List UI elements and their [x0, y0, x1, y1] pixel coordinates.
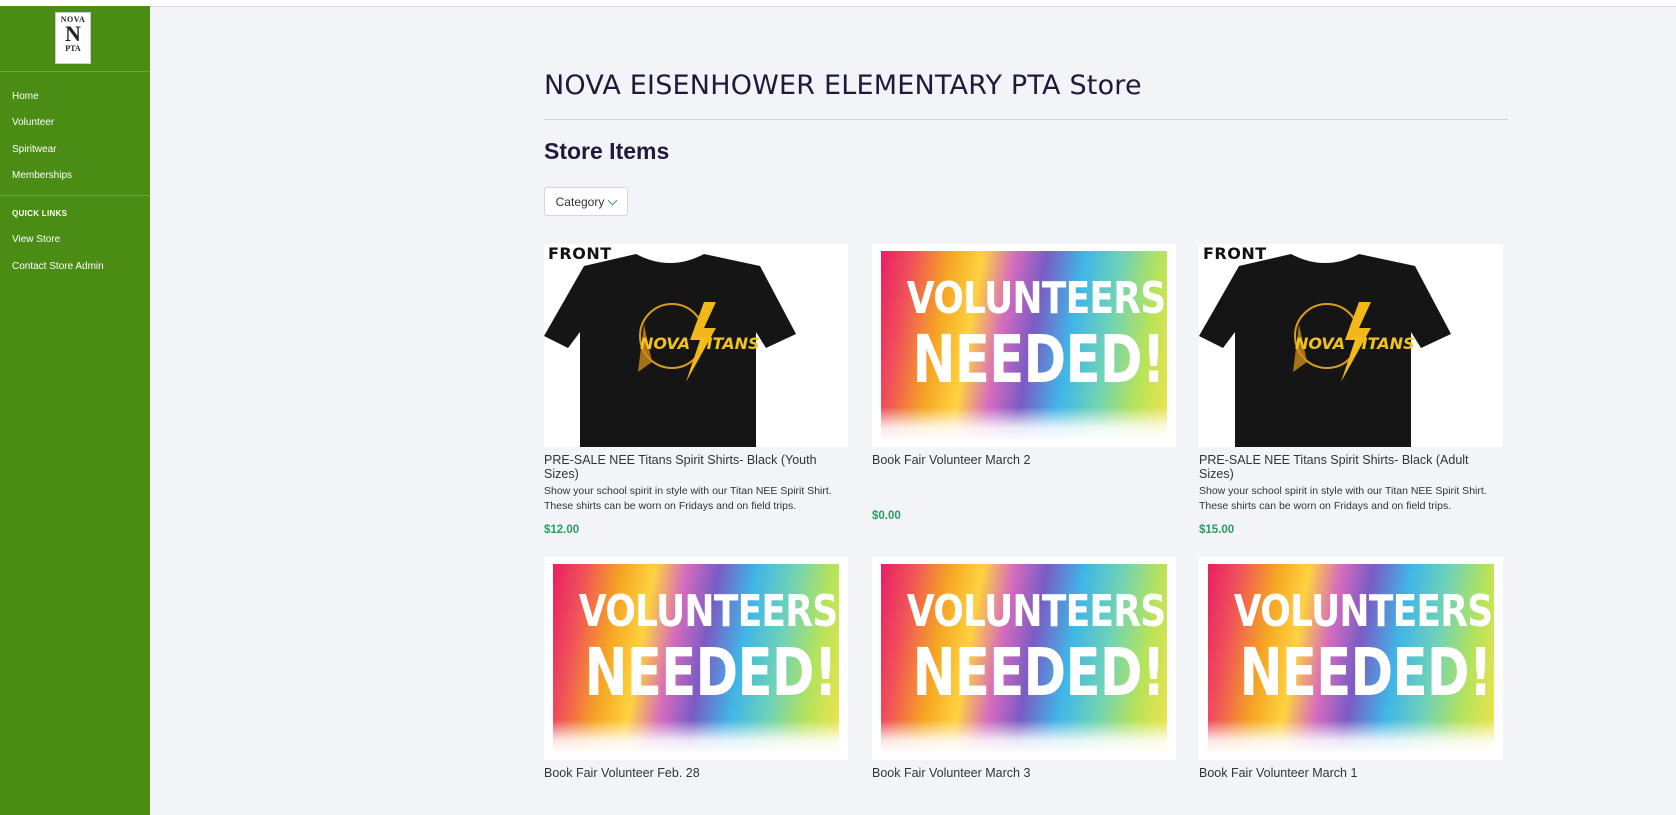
product-price: $12.00	[544, 524, 580, 536]
sidebar-item-contact-store-admin[interactable]: Contact Store Admin	[12, 261, 104, 272]
product-price: $15.00	[1199, 524, 1235, 536]
shirt-graphic-text: NOVA TITANS	[1295, 334, 1415, 353]
volunteers-banner: VOLUNTEERS NEEDED!	[1208, 564, 1494, 754]
volunteers-banner: VOLUNTEERS NEEDED!	[881, 564, 1167, 754]
sidebar-item-memberships[interactable]: Memberships	[12, 170, 72, 181]
banner-line-1: VOLUNTEERS	[906, 586, 1166, 637]
product-image[interactable]: VOLUNTEERS NEEDED!	[544, 557, 848, 760]
product-price: $0.00	[872, 510, 901, 522]
image-front-label: FRONT	[1203, 244, 1267, 263]
shirt-graphic-text: NOVA TITANS	[640, 334, 760, 353]
logo-bottom-text: PTA	[65, 44, 81, 53]
title-divider	[544, 119, 1508, 120]
product-image[interactable]: FRONT NOVA TITANS	[1199, 244, 1503, 447]
product-name[interactable]: PRE-SALE NEE Titans Spirit Shirts- Black…	[544, 453, 844, 481]
banner-line-1: VOLUNTEERS	[906, 273, 1166, 324]
sidebar-divider	[0, 71, 150, 72]
chevron-down-icon	[607, 195, 618, 205]
banner-line-1: VOLUNTEERS	[1233, 586, 1493, 637]
product-description: Show your school spirit in style with ou…	[1199, 485, 1487, 512]
sidebar-divider	[0, 195, 150, 196]
banner-line-2: NEEDED!	[1239, 634, 1492, 711]
volunteers-banner: VOLUNTEERS NEEDED!	[881, 251, 1167, 441]
product-name[interactable]: Book Fair Volunteer March 3	[872, 766, 1172, 780]
product-image[interactable]: FRONT NOVA TITANS	[544, 244, 848, 447]
volunteers-banner: VOLUNTEERS NEEDED!	[553, 564, 839, 754]
product-name[interactable]: Book Fair Volunteer March 2	[872, 453, 1172, 467]
image-front-label: FRONT	[548, 244, 612, 263]
sidebar: NOVA N PTA Home Volunteer Spiritwear Mem…	[0, 6, 150, 815]
product-name[interactable]: Book Fair Volunteer March 1	[1199, 766, 1499, 780]
product-name[interactable]: Book Fair Volunteer Feb. 28	[544, 766, 844, 780]
page-title: NOVA EISENHOWER ELEMENTARY PTA Store	[544, 70, 1142, 101]
banner-line-2: NEEDED!	[584, 634, 837, 711]
product-image[interactable]: VOLUNTEERS NEEDED!	[872, 244, 1176, 447]
product-image[interactable]: VOLUNTEERS NEEDED!	[1199, 557, 1503, 760]
product-description: Show your school spirit in style with ou…	[544, 485, 832, 512]
sidebar-item-home[interactable]: Home	[12, 91, 39, 102]
category-label: Category	[555, 194, 605, 209]
category-dropdown[interactable]: Category	[544, 187, 628, 216]
product-name[interactable]: PRE-SALE NEE Titans Spirit Shirts- Black…	[1199, 453, 1499, 481]
sidebar-item-volunteer[interactable]: Volunteer	[12, 117, 54, 128]
banner-line-1: VOLUNTEERS	[578, 586, 838, 637]
banner-line-2: NEEDED!	[912, 634, 1165, 711]
browser-top-edge	[0, 0, 1676, 7]
logo-monogram: N	[65, 21, 81, 46]
section-title: Store Items	[544, 138, 670, 164]
pta-logo[interactable]: NOVA N PTA	[55, 12, 91, 64]
sidebar-item-spiritwear[interactable]: Spiritwear	[12, 144, 56, 155]
sidebar-item-view-store[interactable]: View Store	[12, 234, 60, 245]
quick-links-heading: QUICK LINKS	[12, 209, 68, 218]
banner-line-2: NEEDED!	[912, 321, 1165, 398]
product-image[interactable]: VOLUNTEERS NEEDED!	[872, 557, 1176, 760]
